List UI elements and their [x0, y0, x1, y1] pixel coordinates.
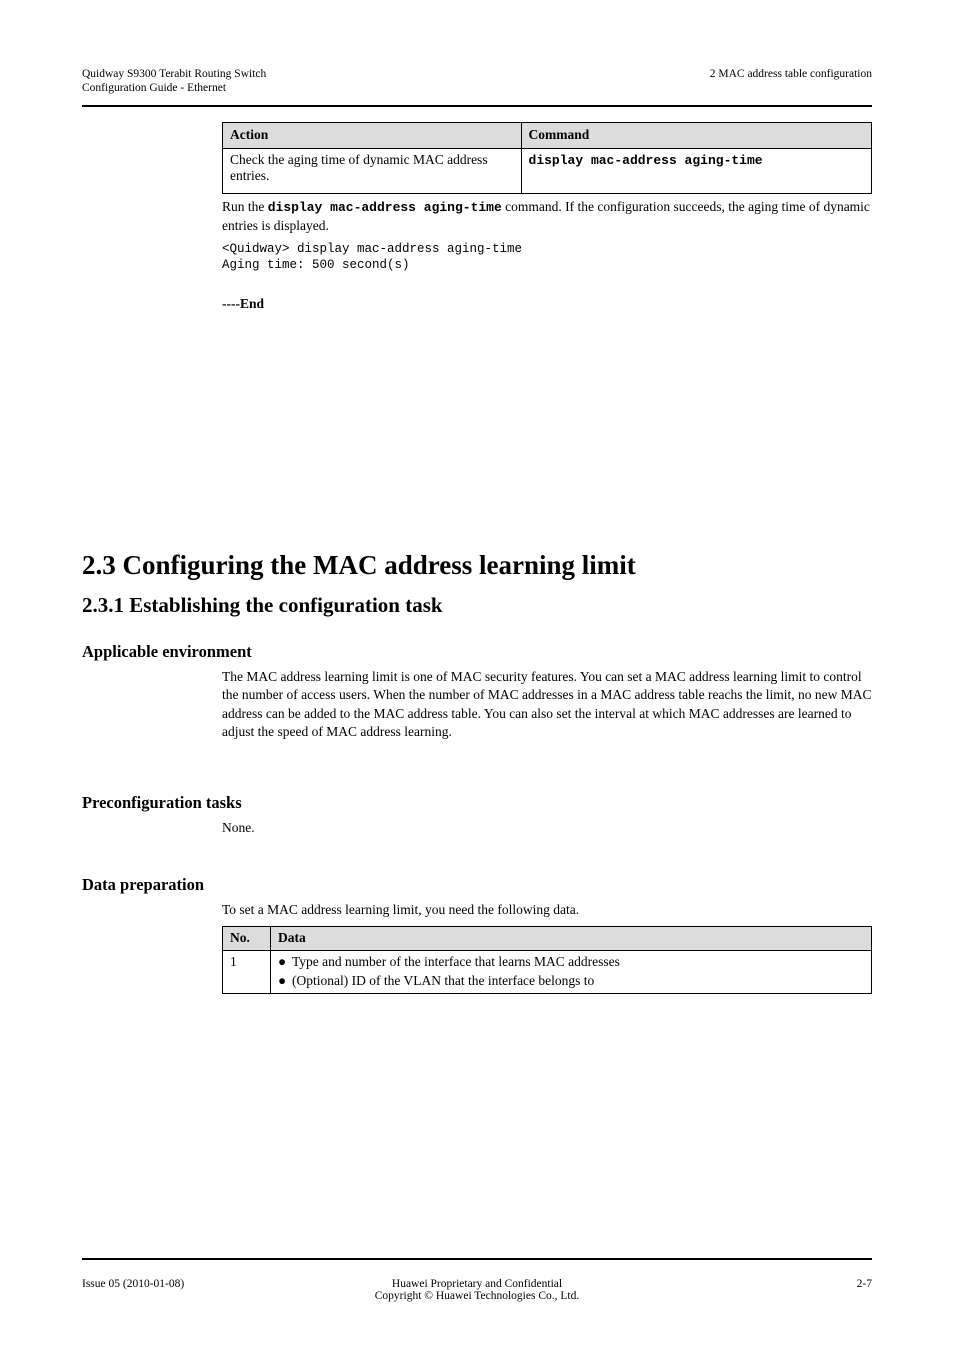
bullet-icon: ● [278, 954, 286, 970]
spacer [82, 741, 872, 769]
data-prep-table: No. Data 1 ● Type and number of the inte… [222, 926, 872, 994]
paragraph-environment: The MAC address learning limit is one of… [222, 668, 872, 741]
list-text: Type and number of the interface that le… [292, 954, 620, 969]
content: Action Command Check the aging time of d… [82, 122, 872, 1240]
th-no: No. [223, 926, 271, 950]
th-data: Data [271, 926, 872, 950]
paragraph: Run the display mac-address aging-time c… [222, 198, 872, 235]
spacer [82, 837, 872, 851]
command-text: display mac-address aging-time [529, 153, 763, 168]
paragraph-data: To set a MAC address learning limit, you… [222, 901, 872, 919]
cell-no: 1 [223, 950, 271, 993]
page-footer: Issue 05 (2010-01-08) Huawei Proprietary… [82, 1278, 872, 1290]
spacer [82, 313, 872, 513]
bullet-icon: ● [278, 973, 286, 989]
list-item: ● Type and number of the interface that … [278, 954, 864, 970]
para-lead: Run the [222, 199, 268, 214]
header-right: 2 MAC address table configuration [710, 68, 872, 82]
table-row: Check the aging time of dynamic MAC addr… [223, 149, 872, 194]
footer-rule [82, 1258, 872, 1260]
code-line: Aging time: 500 second(s) [222, 258, 410, 272]
table-header-row: Action Command [223, 123, 872, 149]
table-row: 1 ● Type and number of the interface tha… [223, 950, 872, 993]
header-rule [82, 105, 872, 107]
list-text: (Optional) ID of the VLAN that the inter… [292, 973, 594, 988]
subsection-heading: 2.3.1 Establishing the configuration tas… [82, 593, 872, 618]
table-header-row: No. Data [223, 926, 872, 950]
cell-data: ● Type and number of the interface that … [271, 950, 872, 993]
page: Quidway S9300 Terabit Routing Switch Con… [0, 0, 954, 1350]
footer-right: 2-7 [857, 1278, 872, 1290]
code-block: <Quidway> display mac-address aging-time… [222, 241, 872, 274]
code-line: <Quidway> display mac-address aging-time [222, 242, 522, 256]
header-left-line1: Quidway S9300 Terabit Routing Switch [82, 68, 266, 80]
th-action: Action [223, 123, 522, 149]
end-marker: ----End [222, 295, 872, 313]
footer-center-line1: Huawei Proprietary and Confidential [392, 1278, 562, 1290]
command-inline: display mac-address aging-time [268, 200, 502, 215]
paragraph-preconfig: None. [222, 819, 872, 837]
cell-action: Check the aging time of dynamic MAC addr… [223, 149, 522, 194]
list-item: ● (Optional) ID of the VLAN that the int… [278, 973, 864, 989]
th-command: Command [521, 123, 871, 149]
subheading-environment: Applicable environment [82, 642, 872, 662]
subheading-data: Data preparation [82, 875, 872, 895]
footer-center-block: Huawei Proprietary and Confidential Copy… [82, 1278, 872, 1302]
subheading-preconfig: Preconfiguration tasks [82, 793, 872, 813]
page-header: Quidway S9300 Terabit Routing Switch Con… [82, 68, 872, 96]
cell-command: display mac-address aging-time [521, 149, 871, 194]
footer-center-line2: Copyright © Huawei Technologies Co., Ltd… [375, 1290, 579, 1302]
section-heading: 2.3 Configuring the MAC address learning… [82, 549, 872, 583]
action-command-table: Action Command Check the aging time of d… [222, 122, 872, 194]
header-left-line2: Configuration Guide - Ethernet [82, 82, 226, 94]
